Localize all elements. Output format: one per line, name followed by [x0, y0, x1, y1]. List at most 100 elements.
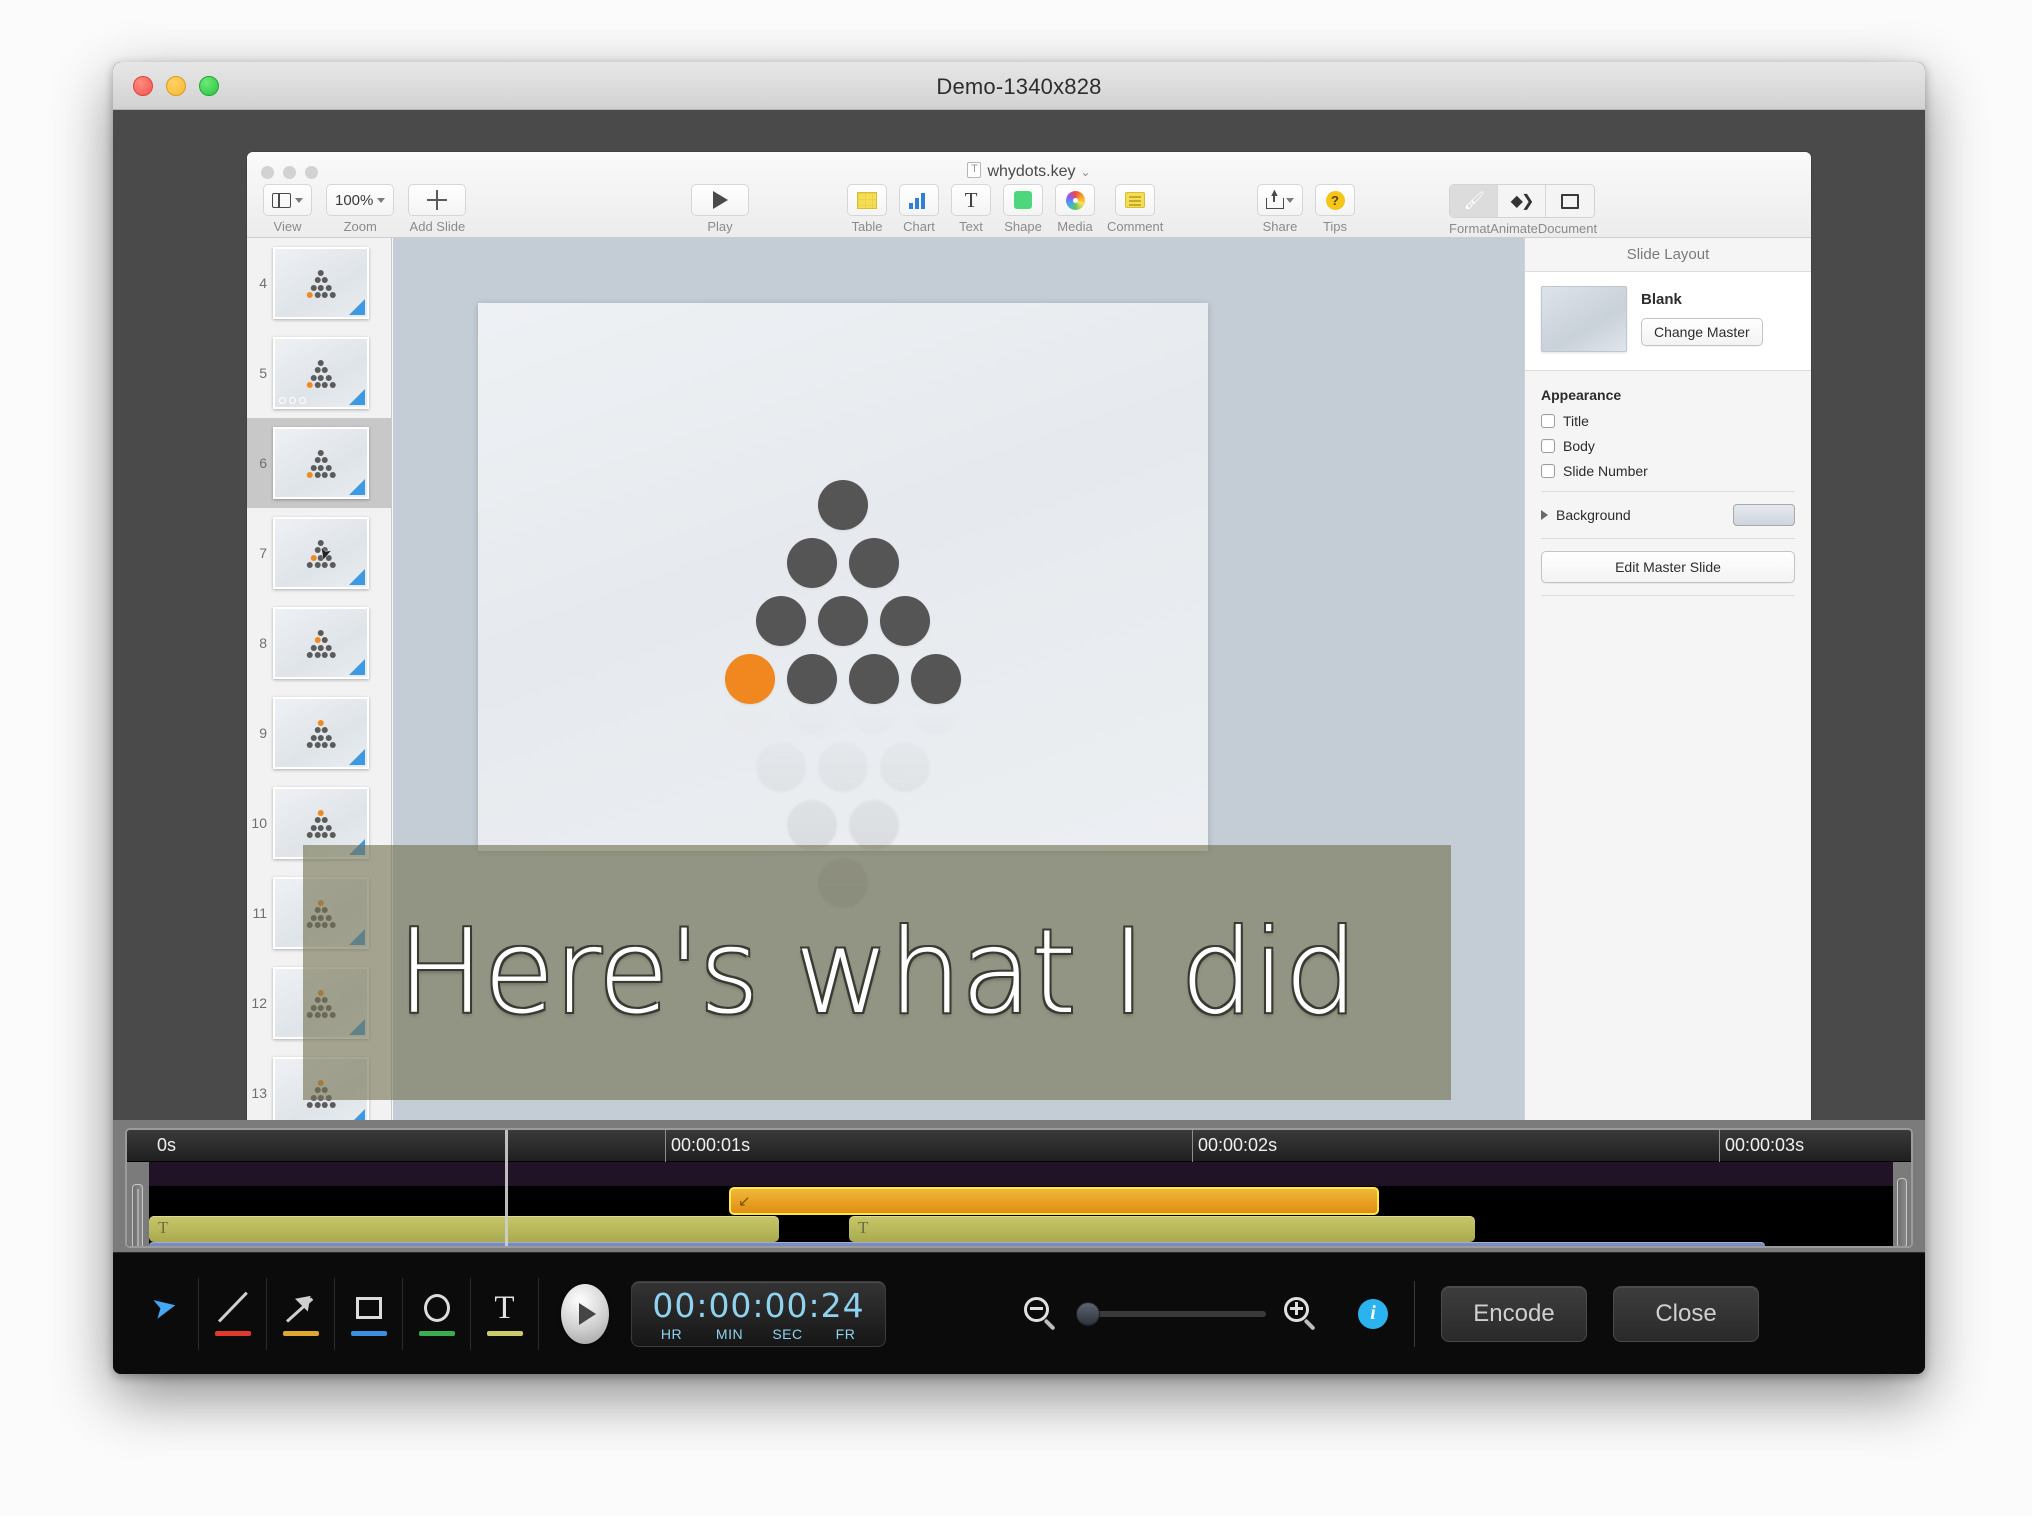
background-row[interactable]: Background	[1525, 504, 1811, 526]
zoom-slider[interactable]	[1076, 1301, 1266, 1326]
ellipse-tool[interactable]	[403, 1277, 471, 1350]
chart-button[interactable]: Chart	[899, 184, 939, 234]
slide-thumbnail[interactable]	[273, 1057, 369, 1120]
play-button[interactable]: Play	[691, 184, 749, 234]
table-button[interactable]: Table	[847, 184, 887, 234]
text-track-lane[interactable]: T T	[149, 1216, 1893, 1242]
slide-thumbnail-item[interactable]: 9	[247, 688, 391, 778]
text-button[interactable]: T Text	[951, 184, 991, 234]
cursor-arrow-icon: ➤	[148, 1288, 181, 1327]
master-thumbnail[interactable]	[1541, 286, 1627, 352]
magnifier-minus-icon[interactable]	[1024, 1296, 1058, 1331]
slide-thumbnail[interactable]	[273, 787, 369, 859]
info-icon[interactable]: i	[1358, 1298, 1388, 1329]
timeline[interactable]: 0s 00:00:01s 00:00:02s 00:00:03s ↙ T T	[125, 1128, 1913, 1248]
checkbox-body-label: Body	[1563, 438, 1595, 454]
slide-thumbnail-item[interactable]: 13	[247, 1048, 391, 1120]
dot	[787, 537, 837, 588]
slide-canvas-area[interactable]	[393, 238, 1524, 1120]
format-icon: 🖌	[1463, 191, 1486, 210]
checkbox-slide-number[interactable]	[1541, 464, 1555, 478]
arrow-tool[interactable]	[267, 1277, 335, 1350]
checkbox-row-slide-number[interactable]: Slide Number	[1541, 463, 1795, 479]
checkbox-title[interactable]	[1541, 414, 1555, 428]
checkbox-row-body[interactable]: Body	[1541, 438, 1795, 454]
document-name-menu[interactable]: whydots.key ⌄	[247, 161, 1811, 181]
tab-animate[interactable]: ◆❯	[1498, 185, 1546, 217]
text-clip[interactable]: T	[149, 1216, 779, 1242]
transition-indicator-icon	[349, 479, 365, 495]
tab-format[interactable]: 🖌	[1450, 185, 1498, 217]
slide-thumbnail[interactable]	[273, 337, 369, 409]
tips-label: Tips	[1322, 219, 1348, 234]
magnifier-plus-icon[interactable]	[1284, 1296, 1318, 1331]
animation-clip[interactable]: ↙	[729, 1187, 1379, 1215]
timeline-ruler[interactable]: 0s 00:00:01s 00:00:02s 00:00:03s	[127, 1130, 1911, 1162]
timecode-value: 00:00:00:24	[652, 1285, 865, 1325]
slide-number-label: 6	[259, 455, 267, 471]
animation-track-lane[interactable]: ↙	[149, 1186, 1893, 1216]
slide-thumbnail[interactable]	[273, 607, 369, 679]
slide-thumbnail[interactable]: ➤	[273, 517, 369, 589]
text-tool[interactable]: T	[471, 1277, 539, 1350]
select-tool[interactable]: ➤	[131, 1277, 199, 1350]
share-button[interactable]: Share	[1257, 184, 1303, 234]
comment-button[interactable]: Comment	[1107, 184, 1163, 234]
change-master-button[interactable]: Change Master	[1641, 318, 1763, 346]
media-button[interactable]: Media	[1055, 184, 1095, 234]
transition-indicator-icon	[349, 569, 365, 585]
edit-master-slide-button[interactable]: Edit Master Slide	[1541, 551, 1795, 583]
slide-thumbnail[interactable]	[273, 427, 369, 499]
checkbox-slide-number-label: Slide Number	[1563, 463, 1648, 479]
background-color-swatch[interactable]	[1733, 504, 1795, 526]
view-button[interactable]: View	[263, 184, 312, 234]
slide-thumbnail-item[interactable]: 11	[247, 868, 391, 958]
rectangle-color-swatch	[350, 1331, 387, 1336]
play-button[interactable]	[561, 1283, 609, 1344]
zoom-button[interactable]: 100% Zoom	[326, 184, 395, 234]
audio-track-lane[interactable]	[149, 1162, 1893, 1186]
pyramid-row	[725, 479, 961, 530]
slide-thumbnail-item[interactable]: 4	[247, 238, 391, 328]
zoom-slider-knob[interactable]	[1076, 1301, 1100, 1326]
encode-button[interactable]: Encode	[1441, 1285, 1587, 1342]
shape-button[interactable]: Shape	[1003, 184, 1043, 234]
document-icon	[1561, 193, 1579, 209]
playhead[interactable]	[505, 1130, 508, 1246]
timeline-right-scroll-handle[interactable]	[1893, 1162, 1911, 1246]
tab-animate-label: Animate	[1490, 221, 1538, 236]
slide-thumbnail-item[interactable]: 10	[247, 778, 391, 868]
slide-video-track[interactable]	[149, 1242, 1765, 1246]
disclosure-triangle-icon[interactable]	[1541, 510, 1548, 520]
line-tool[interactable]	[199, 1277, 267, 1350]
timeline-left-scroll-handle[interactable]	[127, 1162, 149, 1246]
close-button[interactable]: Close	[1613, 1285, 1759, 1342]
slide-thumbnail[interactable]	[273, 877, 369, 949]
rectangle-tool[interactable]	[335, 1277, 403, 1350]
slide-thumbnail-item[interactable]: 8	[247, 598, 391, 688]
tab-document[interactable]	[1546, 185, 1594, 217]
timecode-display[interactable]: 00:00:00:24 HR MIN SEC FR	[631, 1280, 886, 1347]
slide-thumbnail[interactable]	[273, 247, 369, 319]
background-label: Background	[1556, 507, 1631, 523]
checkbox-body[interactable]	[1541, 439, 1555, 453]
inspector-tabs[interactable]: 🖌 ◆❯	[1449, 184, 1595, 218]
text-clip[interactable]: T	[849, 1216, 1475, 1242]
window-title: Demo-1340x828	[936, 74, 1102, 99]
master-slide-block: Blank Change Master	[1525, 272, 1811, 371]
slide-thumbnail-item[interactable]: 5	[247, 328, 391, 418]
checkbox-row-title[interactable]: Title	[1541, 413, 1795, 429]
add-slide-button[interactable]: Add Slide	[408, 184, 467, 234]
slide-navigator[interactable]: 4 5 6 7 ➤ 8 9 10 11 12 13	[247, 238, 392, 1120]
transition-indicator-icon	[349, 659, 365, 675]
appearance-heading: Appearance	[1541, 387, 1622, 403]
play-group: Play	[691, 184, 749, 234]
slide-thumbnail-item[interactable]: 7 ➤	[247, 508, 391, 598]
tips-button[interactable]: ? Tips	[1315, 184, 1355, 234]
current-slide[interactable]	[478, 303, 1208, 908]
slide-thumbnail-item[interactable]: 6	[247, 418, 391, 508]
view-label: View	[273, 219, 302, 234]
slide-thumbnail-item[interactable]: 12	[247, 958, 391, 1048]
slide-thumbnail[interactable]	[273, 697, 369, 769]
slide-thumbnail[interactable]	[273, 967, 369, 1039]
